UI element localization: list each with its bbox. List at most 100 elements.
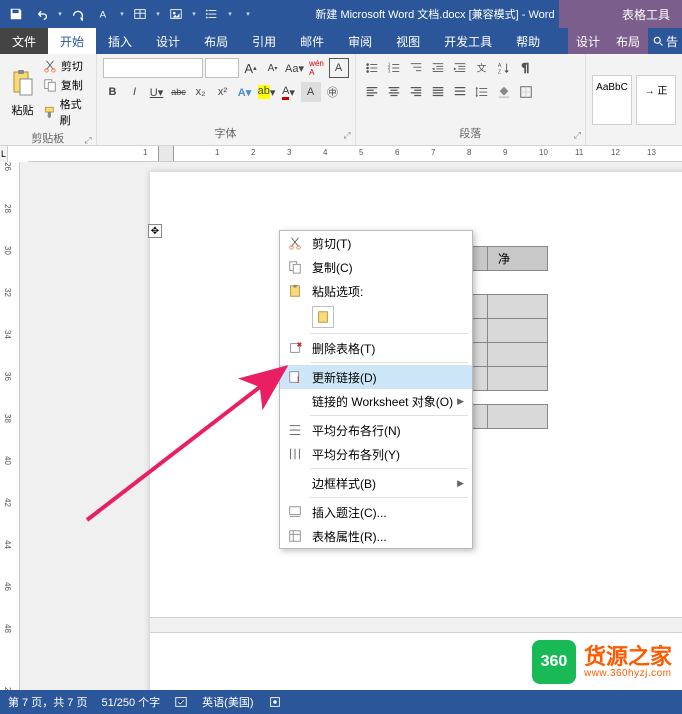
font-launcher[interactable]: ⤢ [343, 130, 350, 141]
qat-table-button[interactable] [128, 2, 152, 26]
table-cell[interactable] [488, 343, 548, 367]
char-border-button[interactable]: A [329, 58, 349, 78]
menu-linked-worksheet[interactable]: 链接的 Worksheet 对象(O) ▶ [280, 389, 472, 413]
menu-insert-caption[interactable]: 插入题注(C)... [280, 500, 472, 524]
font-size-select[interactable] [205, 58, 239, 78]
tab-tell-me[interactable]: 告 [648, 28, 682, 54]
style-emphasis[interactable]: → 正 [636, 75, 676, 125]
tab-home[interactable]: 开始 [48, 28, 96, 54]
watermark: 360 货源之家 www.360hyzj.com [532, 640, 672, 684]
tab-developer[interactable]: 开发工具 [432, 28, 504, 54]
table-cell[interactable] [488, 319, 548, 343]
menu-distribute-rows[interactable]: 平均分布各行(N) [280, 418, 472, 442]
clipboard-launcher[interactable]: ⤢ [84, 135, 91, 146]
redo-button[interactable] [66, 2, 90, 26]
qat-font-button[interactable]: A [92, 2, 116, 26]
qat-customize-button[interactable]: ▾ [236, 2, 260, 26]
menu-insert-caption-label: 插入题注(C)... [306, 504, 464, 521]
undo-button[interactable] [30, 2, 54, 26]
menu-delete-table[interactable]: 删除表格(T) [280, 336, 472, 360]
menu-copy[interactable]: 复制(C) [280, 255, 472, 279]
superscript-button[interactable]: x² [213, 82, 233, 102]
table-cell[interactable] [488, 271, 548, 295]
decrease-indent-button[interactable] [428, 58, 448, 78]
status-page[interactable]: 第 7 页，共 7 页 [8, 694, 87, 710]
paragraph-launcher[interactable]: ⤢ [574, 130, 581, 141]
bold-button[interactable]: B [103, 82, 123, 102]
font-name-select[interactable] [103, 58, 203, 78]
tab-mailings[interactable]: 邮件 [288, 28, 336, 54]
tab-help[interactable]: 帮助 [504, 28, 552, 54]
change-case-button[interactable]: Aa▾ [285, 58, 305, 78]
paste-button[interactable]: 粘贴 [10, 69, 34, 118]
table-cell[interactable] [488, 405, 548, 429]
format-painter-button[interactable]: 格式刷 [43, 96, 90, 128]
tab-insert[interactable]: 插入 [96, 28, 144, 54]
align-center-button[interactable] [384, 82, 404, 102]
font-color-button[interactable]: A▾ [279, 82, 299, 102]
pinyin-button[interactable]: wénA [307, 58, 327, 78]
menu-border-styles[interactable]: 边框样式(B) ▶ [280, 471, 472, 495]
menu-update-link[interactable]: ! 更新链接(D) [280, 365, 472, 389]
table-cell[interactable] [488, 295, 548, 319]
qat-image-button[interactable] [164, 2, 188, 26]
char-shading-button[interactable]: A [301, 82, 321, 102]
table-header-net[interactable]: 净 [488, 247, 548, 271]
horizontal-ruler[interactable]: 1123456789101112131415 [28, 146, 682, 162]
align-left-button[interactable] [362, 82, 382, 102]
multilevel-list-button[interactable] [406, 58, 426, 78]
italic-button[interactable]: I [125, 82, 145, 102]
shading-button[interactable] [494, 82, 514, 102]
tab-review[interactable]: 审阅 [336, 28, 384, 54]
status-macro[interactable] [268, 695, 282, 709]
qat-dropdown[interactable] [56, 7, 64, 21]
shrink-font-button[interactable]: A▾ [263, 58, 283, 78]
style-normal[interactable]: AaBbC [592, 75, 632, 125]
save-button[interactable] [4, 2, 28, 26]
copy-button[interactable]: 复制 [43, 77, 90, 93]
subscript-button[interactable]: x₂ [191, 82, 211, 102]
qat-dropdown-3[interactable] [154, 7, 162, 21]
increase-indent-button[interactable] [450, 58, 470, 78]
tab-file[interactable]: 文件 [0, 28, 48, 54]
strike-button[interactable]: abc [169, 82, 189, 102]
tab-tool-design[interactable]: 设计 [568, 28, 608, 54]
highlight-button[interactable]: ab▾ [257, 82, 277, 102]
status-words[interactable]: 51/250 个字 [101, 694, 160, 710]
align-right-button[interactable] [406, 82, 426, 102]
bullets-button[interactable] [362, 58, 382, 78]
vertical-ruler[interactable]: 2628303234363840424446482 [0, 162, 20, 698]
grow-font-button[interactable]: A▴ [241, 58, 261, 78]
show-marks-button[interactable] [516, 58, 536, 78]
qat-list-button[interactable] [200, 2, 224, 26]
status-proofing[interactable] [174, 695, 188, 709]
numbering-button[interactable]: 123 [384, 58, 404, 78]
menu-cut[interactable]: 剪切(T) [280, 231, 472, 255]
qat-dropdown-5[interactable] [226, 7, 234, 21]
borders-button[interactable] [516, 82, 536, 102]
tab-design[interactable]: 设计 [144, 28, 192, 54]
table-cell[interactable] [488, 367, 548, 391]
enclose-char-button[interactable]: ㊥ [323, 82, 343, 102]
cut-button[interactable]: 剪切 [43, 58, 90, 74]
distribute-button[interactable] [450, 82, 470, 102]
sort-button[interactable]: AZ [494, 58, 514, 78]
text-effects-button[interactable]: A▾ [235, 82, 255, 102]
tab-references[interactable]: 引用 [240, 28, 288, 54]
menu-table-properties[interactable]: 表格属性(R)... [280, 524, 472, 548]
status-language[interactable]: 英语(美国) [202, 694, 253, 710]
distribute-cols-icon [284, 445, 306, 463]
paste-keep-source[interactable] [312, 306, 334, 328]
justify-button[interactable] [428, 82, 448, 102]
ribbon-group-font: A▴ A▾ Aa▾ wénA A B I U▾ abc x₂ x² A▾ ab▾… [97, 54, 356, 145]
asian-layout-button[interactable]: 文 [472, 58, 492, 78]
underline-button[interactable]: U▾ [147, 82, 167, 102]
tab-layout[interactable]: 布局 [192, 28, 240, 54]
table-move-handle[interactable]: ✥ [148, 224, 162, 238]
qat-dropdown-2[interactable] [118, 7, 126, 21]
tab-tool-layout[interactable]: 布局 [608, 28, 648, 54]
line-spacing-button[interactable] [472, 82, 492, 102]
qat-dropdown-4[interactable] [190, 7, 198, 21]
tab-view[interactable]: 视图 [384, 28, 432, 54]
menu-distribute-cols[interactable]: 平均分布各列(Y) [280, 442, 472, 466]
